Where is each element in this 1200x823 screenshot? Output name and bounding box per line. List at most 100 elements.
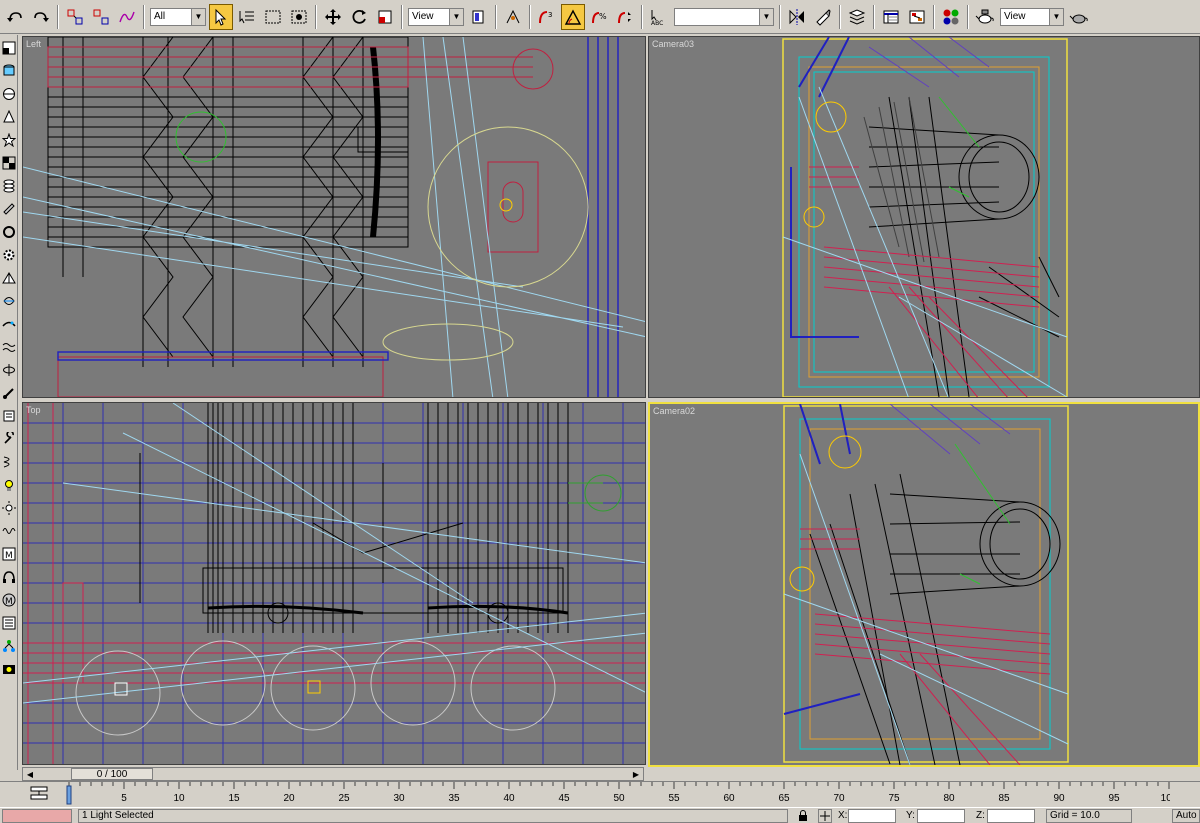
select-by-name-button[interactable] [235,4,259,30]
auto-key-button[interactable]: Auto K [1172,809,1200,823]
material-spheres-icon [943,9,959,24]
checker-plane-icon[interactable] [1,155,17,171]
time-slider[interactable]: ◀ 0 / 100 ▶ [22,767,644,781]
render-type-dropdown[interactable]: View ▼ [1000,7,1064,26]
quick-render-button[interactable] [1067,4,1091,30]
lathe-icon[interactable] [1,362,17,378]
spinner-snap-button[interactable] [613,4,637,30]
create-ring-icon[interactable] [1,224,17,240]
wrench-icon[interactable] [1,431,17,447]
unlink-button[interactable] [89,4,113,30]
select-and-link-button[interactable] [63,4,87,30]
x-coordinate-field[interactable] [848,809,896,823]
viewport-label[interactable]: Top [26,405,41,415]
mini-curve-editor-icon[interactable] [30,786,48,805]
previous-frame-arrow-icon[interactable]: ◀ [23,768,37,780]
create-sphere-icon[interactable] [1,86,17,102]
render-film-icon[interactable] [1,661,17,677]
named-selection-dropdown[interactable]: ▼ [674,7,774,26]
select-manipulate-button[interactable] [501,4,525,30]
loft-icon[interactable] [1,316,17,332]
viewport-left[interactable]: Left [22,36,646,398]
schematic-view-button[interactable] [905,4,929,30]
light-icon[interactable] [1,477,17,493]
chevron-down-icon: ▼ [1049,8,1063,25]
snap-3d-icon: 3 [539,11,552,23]
time-slider-thumb[interactable]: 0 / 100 [71,768,153,780]
viewport-label[interactable]: Left [26,39,41,49]
select-object-button[interactable] [209,3,233,30]
viewport-label[interactable]: Camera03 [652,39,694,49]
helix-icon[interactable] [1,454,17,470]
angle-snap-button[interactable] [561,3,585,30]
viewport-top[interactable]: Top [22,402,646,765]
lock-icon[interactable] [797,810,809,823]
create-box-icon[interactable] [1,40,17,56]
bone-icon[interactable] [1,385,17,401]
edit-named-selection-button[interactable]: ABC [647,4,671,30]
align-button[interactable] [811,4,835,30]
modifier-m-icon[interactable]: M [1,546,17,562]
teapot-render-icon [975,9,994,23]
chevron-down-icon: ▼ [191,8,205,25]
z-coordinate-field[interactable] [987,809,1035,823]
select-and-rotate-button[interactable] [347,4,371,30]
track-tick-label: 5 [121,793,127,804]
chevron-down-icon: ▼ [759,8,773,25]
create-cone-icon[interactable] [1,109,17,125]
list-panel-icon[interactable] [1,615,17,631]
select-and-move-button[interactable] [321,4,345,30]
track-view-button[interactable] [879,4,903,30]
pivot-point-button[interactable] [467,4,491,30]
absolute-mode-toggle-icon[interactable] [818,809,832,823]
track-bar[interactable]: 0510152025303540455055606570758085909510… [0,781,1200,807]
hedra-icon[interactable] [1,270,17,286]
mirror-icon [789,8,804,25]
create-tube-icon[interactable] [1,201,17,217]
bind-spacewarp-button[interactable] [115,4,139,30]
mirror-button[interactable] [785,4,809,30]
track-ruler[interactable]: 0510152025303540455055606570758085909510… [66,782,1170,808]
torus-knot-icon[interactable] [1,293,17,309]
gear-icon[interactable] [1,247,17,263]
track-tick-label: 95 [1108,793,1120,804]
toolbar-separator [495,4,497,29]
percent-snap-button[interactable]: % [587,4,611,30]
left-wireframe [23,37,645,397]
create-cylinder-icon[interactable] [1,63,17,79]
spring-icon[interactable] [1,523,17,539]
toolbar-separator [401,4,403,29]
redo-icon [34,11,49,22]
window-crossing-button[interactable] [287,4,311,30]
scroll-icon[interactable] [1,408,17,424]
render-scene-button[interactable] [973,4,997,30]
maxscript-listener-mini[interactable] [2,809,72,823]
align-icon [816,8,831,26]
reference-coordinate-dropdown[interactable]: View ▼ [408,7,464,26]
viewport-camera02[interactable]: Camera02 [648,402,1200,767]
material-editor-button[interactable] [939,4,963,30]
layer-manager-button[interactable] [845,4,869,30]
hierarchy-icon[interactable] [1,638,17,654]
waves-icon[interactable] [1,339,17,355]
rectangular-selection-button[interactable] [261,4,285,30]
headphones-icon[interactable] [1,569,17,585]
undo-button[interactable] [3,4,27,30]
modifier-stack-m-icon[interactable]: M [1,592,17,608]
snap-toggle-button[interactable]: 3 [535,4,559,30]
selection-filter-dropdown[interactable]: All ▼ [150,7,206,26]
sun-icon[interactable] [1,500,17,516]
select-and-scale-button[interactable] [373,4,397,30]
y-coordinate-field[interactable] [917,809,965,823]
current-frame-marker[interactable] [66,785,72,805]
redo-button[interactable] [29,4,53,30]
next-frame-arrow-icon[interactable]: ▶ [629,768,643,780]
viewport-label[interactable]: Camera02 [653,406,695,416]
toolbar-separator [315,4,317,29]
viewport-camera03[interactable]: Camera03 [648,36,1200,398]
link-icon [67,9,83,24]
camera03-wireframe [782,37,1068,397]
create-stack-icon[interactable] [1,178,17,194]
svg-text:%: % [599,12,607,21]
create-star-icon[interactable] [1,132,17,148]
